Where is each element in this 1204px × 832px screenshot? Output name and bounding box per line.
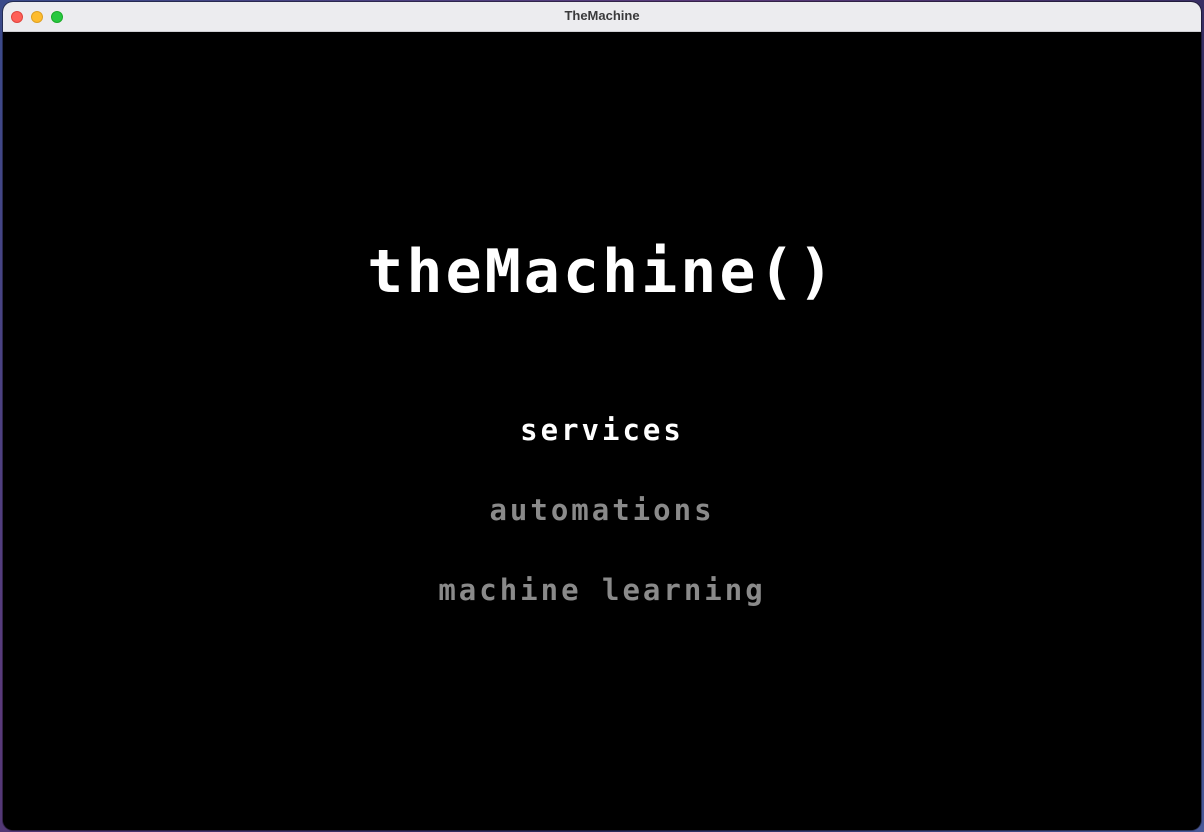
title-bar[interactable]: TheMachine xyxy=(3,2,1201,32)
menu-item-automations[interactable]: automations xyxy=(3,492,1201,528)
app-window: TheMachine theMachine() services automat… xyxy=(3,2,1201,830)
window-title: TheMachine xyxy=(564,8,640,23)
menu-item-machine-learning[interactable]: machine learning xyxy=(3,572,1201,608)
app-logo-title: theMachine() xyxy=(367,237,837,307)
menu-item-services[interactable]: services xyxy=(3,412,1201,448)
main-content: theMachine() services automations machin… xyxy=(3,32,1201,830)
